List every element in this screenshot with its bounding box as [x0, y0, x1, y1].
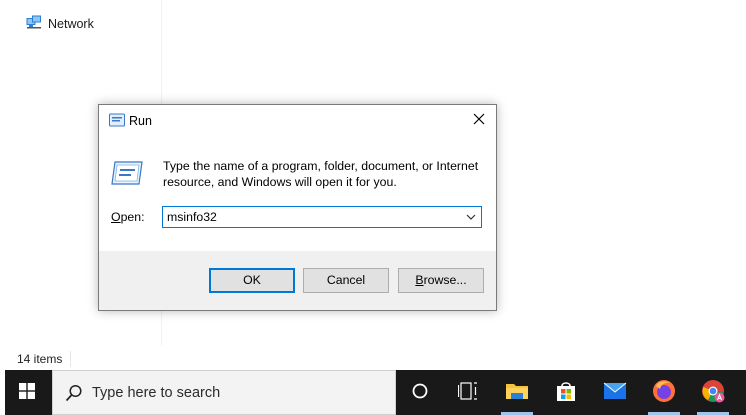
- taskbar-mail[interactable]: [591, 370, 639, 415]
- run-program-icon: [111, 160, 143, 189]
- task-view-icon: [457, 382, 478, 403]
- cortana-button[interactable]: [396, 370, 444, 415]
- ok-button[interactable]: OK: [209, 268, 295, 293]
- close-icon: [473, 113, 485, 128]
- mail-icon: [603, 382, 627, 403]
- taskbar-search-box[interactable]: Type here to search: [52, 370, 396, 415]
- search-icon: [65, 384, 83, 405]
- run-dialog-title: Run: [129, 114, 152, 128]
- run-dialog-description: Type the name of a program, folder, docu…: [163, 159, 479, 189]
- microsoft-store-icon: [555, 380, 577, 405]
- browse-button[interactable]: Browse...: [398, 268, 484, 293]
- cortana-icon: [411, 382, 429, 403]
- run-app-icon: [109, 113, 125, 130]
- run-dialog: Run Type the name of a program, folder, …: [98, 104, 497, 311]
- windows-start-icon: [19, 383, 35, 402]
- open-label-accesskey: O: [111, 210, 121, 224]
- chevron-down-icon[interactable]: [464, 210, 478, 224]
- open-combobox[interactable]: msinfo32: [162, 206, 482, 228]
- taskbar: Type here to search: [5, 370, 746, 415]
- close-button[interactable]: [462, 105, 496, 136]
- browse-label: rowse...: [423, 273, 467, 287]
- browse-accesskey: B: [415, 273, 424, 287]
- file-explorer-icon: [505, 381, 529, 404]
- open-label: Open:: [111, 210, 145, 224]
- start-button[interactable]: [5, 370, 49, 415]
- status-separator: [70, 351, 71, 367]
- taskbar-chrome[interactable]: [689, 370, 737, 415]
- taskbar-microsoft-store[interactable]: [542, 370, 590, 415]
- taskbar-file-explorer[interactable]: [493, 370, 541, 415]
- nav-item-network-label: Network: [48, 16, 94, 31]
- firefox-icon: [652, 379, 676, 406]
- task-view-button[interactable]: [444, 370, 492, 415]
- cancel-button[interactable]: Cancel: [303, 268, 389, 293]
- run-dialog-titlebar[interactable]: Run: [99, 105, 496, 136]
- status-item-count: 14 items: [17, 352, 63, 366]
- desktop: Network 14 items Run Type the name of a …: [0, 0, 746, 415]
- taskbar-firefox[interactable]: [640, 370, 688, 415]
- taskbar-search-placeholder: Type here to search: [92, 385, 221, 401]
- open-label-text: pen:: [120, 210, 145, 224]
- dialog-button-area: OK Cancel Browse...: [99, 251, 496, 310]
- nav-item-network[interactable]: Network: [26, 15, 94, 32]
- open-input[interactable]: msinfo32: [167, 210, 217, 224]
- chrome-icon: [701, 379, 725, 406]
- network-icon: [26, 15, 42, 32]
